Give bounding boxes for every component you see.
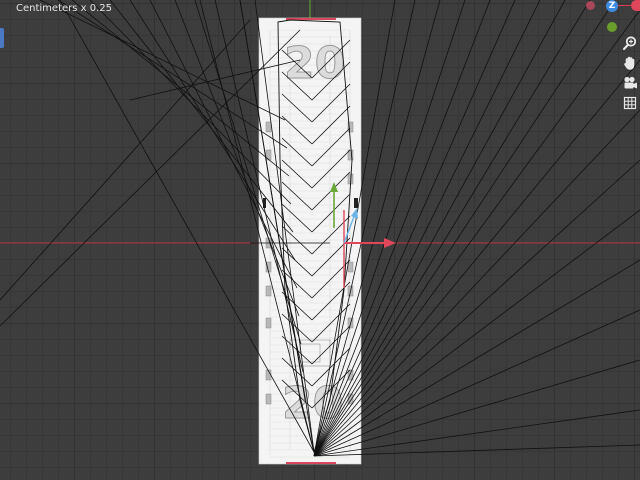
camera-icon [624, 76, 637, 89]
x-axis-ball[interactable] [631, 0, 640, 11]
x-axis-negative-ball[interactable] [586, 1, 595, 10]
camera-button[interactable] [620, 73, 640, 93]
3d-viewport[interactable]: 20 20 Centimeters x 0.25 Z [0, 0, 640, 480]
wireframe-edge [39, 0, 286, 121]
hand-icon [624, 56, 635, 70]
wireframe-edge [313, 209, 640, 457]
wireframe-edge [313, 9, 640, 457]
wireframe-edge [313, 309, 640, 457]
units-label: Centimeters x 0.25 [16, 3, 113, 14]
wireframe-edge [313, 59, 640, 457]
deck-number-top: 20 [284, 38, 345, 89]
wireframe-edge [0, 19, 251, 301]
pan-button[interactable] [620, 53, 640, 73]
zoom-button[interactable] [620, 33, 640, 53]
wireframe-edge [313, 444, 640, 457]
wireframe-edge [313, 109, 640, 457]
wireframe-edge [0, 29, 301, 327]
grid-icon [623, 96, 637, 110]
viewport-scene[interactable]: 20 20 [0, 0, 640, 480]
wireframe-edge [57, 0, 288, 149]
grid-toggle-button[interactable] [620, 93, 640, 113]
wireframe-edge [313, 359, 640, 457]
y-axis-ball[interactable] [607, 22, 617, 32]
zoom-icon [622, 36, 637, 51]
wireframe-edge [313, 409, 640, 457]
z-axis-label: Z [608, 1, 616, 11]
z-axis-ball[interactable]: Z [606, 0, 618, 12]
